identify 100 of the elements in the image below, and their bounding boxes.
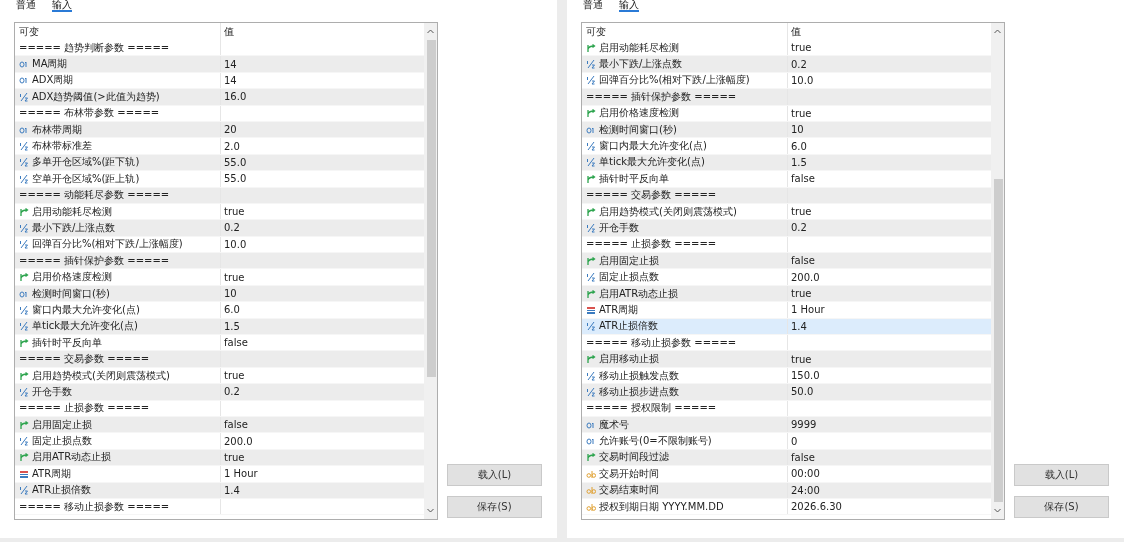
parameter-row[interactable]: 窗口内最大允许变化(点) 6.0 <box>15 302 424 319</box>
scrollbar[interactable] <box>991 23 1004 519</box>
list-icon <box>586 304 596 315</box>
parameter-name: 授权到期日期 YYYY.MM.DD <box>599 499 724 514</box>
parameter-row[interactable]: 插针时平反向单 false <box>582 171 991 188</box>
parameter-value: 24:00 <box>791 484 820 496</box>
parameter-row[interactable]: 移动止损步进点数 50.0 <box>582 384 991 401</box>
branch-arrow-icon <box>19 452 29 463</box>
fraction-icon <box>19 91 29 102</box>
fraction-icon <box>19 321 29 332</box>
column-header[interactable]: 值 <box>788 23 991 40</box>
tab[interactable]: 输入 <box>52 0 72 12</box>
parameter-row[interactable]: ===== 移动止损参数 ===== <box>582 335 991 352</box>
section-heading: ===== 移动止损参数 ===== <box>586 335 737 350</box>
tab[interactable]: 输入 <box>619 0 639 12</box>
integer-icon <box>19 288 29 299</box>
section-heading: ===== 布林带参数 ===== <box>19 106 160 121</box>
parameter-row[interactable]: 启用动能耗尽检测 true <box>582 40 991 57</box>
parameter-value: true <box>224 451 245 463</box>
parameter-value: 50.0 <box>791 386 814 398</box>
parameter-value: 150.0 <box>791 370 820 381</box>
parameter-name: 交易时间段过滤 <box>599 450 669 465</box>
parameter-row[interactable]: 交易开始时间 00:00 <box>582 466 991 483</box>
parameter-row[interactable]: 布林带标准差 2.0 <box>15 138 424 155</box>
column-header[interactable]: 值 <box>221 23 424 40</box>
parameter-name: ATR止损倍数 <box>599 319 659 334</box>
fraction-icon <box>19 157 29 168</box>
parameter-row[interactable]: 允许账号(0=不限制账号) 0 <box>582 433 991 450</box>
parameter-row[interactable]: 开仓手数 0.2 <box>15 384 424 401</box>
parameter-value: 10 <box>224 288 237 300</box>
fraction-icon <box>586 75 596 86</box>
parameter-row[interactable]: 启用价格速度检测 true <box>15 269 424 286</box>
string-icon <box>586 485 596 496</box>
scrollbar[interactable] <box>424 23 437 519</box>
dialog-button[interactable]: 载入(L) <box>1014 464 1109 486</box>
parameter-name: 窗口内最大允许变化(点) <box>599 139 707 154</box>
parameter-row[interactable]: 固定止损点数 200.0 <box>15 433 424 450</box>
parameter-row[interactable]: ATR周期 1 Hour <box>15 466 424 483</box>
dialog-button[interactable]: 保存(S) <box>1014 496 1109 518</box>
branch-arrow-icon <box>586 288 596 299</box>
branch-arrow-icon <box>586 255 596 266</box>
section-heading: ===== 插针保护参数 ===== <box>19 253 170 268</box>
tab[interactable]: 普通 <box>583 0 603 12</box>
branch-arrow-icon <box>19 206 29 217</box>
section-heading: ===== 插针保护参数 ===== <box>586 89 737 104</box>
parameter-name: 交易结束时间 <box>599 483 659 498</box>
scroll-thumb[interactable] <box>994 178 1003 502</box>
parameter-row[interactable]: 窗口内最大允许变化(点) 6.0 <box>582 138 991 155</box>
parameter-value: false <box>224 419 248 431</box>
parameter-row[interactable]: 最小下跌/上涨点数 0.2 <box>582 56 991 73</box>
tab[interactable]: 普通 <box>16 0 36 12</box>
parameter-row[interactable]: MA周期 14 <box>15 56 424 73</box>
parameter-row[interactable]: ===== 交易参数 ===== <box>15 351 424 368</box>
parameter-row[interactable]: 启用固定止损 false <box>582 253 991 270</box>
scroll-up-icon[interactable] <box>993 27 1002 36</box>
parameter-row[interactable]: 固定止损点数 200.0 <box>582 269 991 286</box>
fraction-icon <box>19 304 29 315</box>
fraction-icon <box>586 370 596 381</box>
parameter-row[interactable]: 最小下跌/上涨点数 0.2 <box>15 220 424 237</box>
parameter-row[interactable]: 空单开仓区域%(距上轨) 55.0 <box>15 171 424 188</box>
parameter-value: true <box>791 206 812 218</box>
parameter-name: 启用价格速度检测 <box>32 270 112 285</box>
fraction-icon <box>19 436 29 447</box>
parameter-name: ATR周期 <box>32 466 72 481</box>
branch-arrow-icon <box>19 337 29 348</box>
parameter-name: 回弹百分比%(相对下跌/上涨幅度) <box>599 73 750 88</box>
parameter-row[interactable]: ATR周期 1 Hour <box>582 302 991 319</box>
scroll-up-icon[interactable] <box>426 27 435 36</box>
scroll-thumb[interactable] <box>427 40 436 378</box>
branch-arrow-icon <box>586 42 596 53</box>
parameter-value: 20 <box>224 124 237 136</box>
parameter-row[interactable]: ===== 插针保护参数 ===== <box>582 89 991 106</box>
parameter-value: false <box>791 173 815 185</box>
section-heading: ===== 移动止损参数 ===== <box>19 499 170 514</box>
branch-arrow-icon <box>19 370 29 381</box>
parameter-name: MA周期 <box>32 57 68 72</box>
parameter-row[interactable]: ===== 插针保护参数 ===== <box>15 253 424 270</box>
parameter-value: 1.4 <box>791 320 807 332</box>
parameter-name: 空单开仓区域%(距上轨) <box>32 171 140 186</box>
parameter-name: 开仓手数 <box>32 384 72 399</box>
parameter-row[interactable]: ===== 趋势判断参数 ===== <box>15 40 424 57</box>
scroll-down-icon[interactable] <box>993 506 1002 515</box>
section-heading: ===== 止损参数 ===== <box>19 401 150 416</box>
parameter-value: 0 <box>791 435 798 447</box>
dialog-button[interactable]: 载入(L) <box>447 464 542 486</box>
parameter-row[interactable]: 插针时平反向单 false <box>15 335 424 352</box>
dialog-button[interactable]: 保存(S) <box>447 496 542 518</box>
parameter-value: true <box>791 288 812 300</box>
parameter-name: ATR周期 <box>599 302 639 317</box>
parameter-value: 1 Hour <box>224 468 258 480</box>
parameter-value: 1.5 <box>224 320 240 332</box>
parameter-row[interactable]: 开仓手数 0.2 <box>582 220 991 237</box>
parameter-value: 0.2 <box>224 222 240 234</box>
parameter-row[interactable]: ADX趋势阈值(>此值为趋势) 16.0 <box>15 89 424 106</box>
parameter-name: 单tick最大允许变化(点) <box>599 155 705 170</box>
parameter-name: 开仓手数 <box>599 221 639 235</box>
parameter-row[interactable]: 启用移动止损 true <box>582 351 991 368</box>
parameter-value: 55.0 <box>224 173 247 185</box>
scroll-down-icon[interactable] <box>426 506 435 515</box>
parameter-name: 固定止损点数 <box>599 270 659 285</box>
